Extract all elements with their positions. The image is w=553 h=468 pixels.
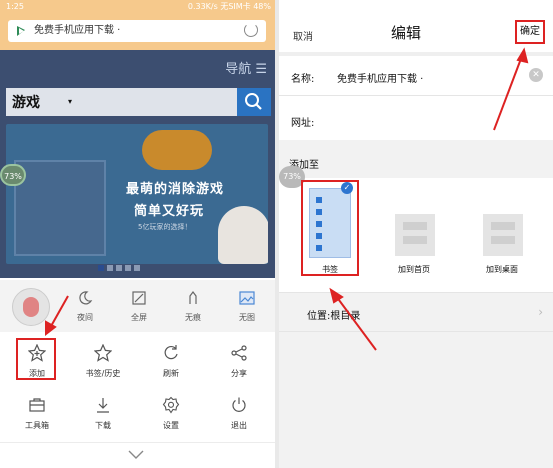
reload-icon[interactable]: [244, 23, 258, 37]
moon-icon: [79, 291, 93, 305]
nav-link[interactable]: 导航 ☰: [225, 58, 267, 77]
status-bar: 1:25 0.33K/s 无SIM卡 48%: [0, 0, 275, 14]
indicator-dot: [125, 265, 131, 271]
night-mode-label: 夜间: [77, 313, 93, 322]
search-button[interactable]: [237, 88, 271, 116]
search-icon: [245, 93, 262, 110]
settings-label: 设置: [163, 421, 179, 430]
thumbnail-line: [491, 236, 515, 244]
fullscreen-button[interactable]: 全屏: [112, 290, 166, 326]
option-home-label: 加到首页: [398, 265, 430, 274]
add-to-section: 添加至: [279, 140, 553, 178]
site-search: 游戏 ▾: [6, 88, 271, 116]
thumbnail-line: [403, 236, 427, 244]
site-nav: 导航 ☰: [0, 56, 275, 78]
avatar[interactable]: [12, 288, 50, 326]
thumbnail-line: [403, 222, 427, 230]
status-indicators: 0.33K/s 无SIM卡 48%: [187, 2, 271, 11]
name-field[interactable]: 名称: 免费手机应用下载 · ✕: [279, 56, 553, 96]
incognito-label: 无痕: [185, 313, 201, 322]
share-icon: [230, 344, 248, 362]
no-image-icon: [239, 291, 255, 305]
confirm-button[interactable]: 确定: [515, 20, 545, 44]
location-row[interactable]: 位置:根目录 ›: [279, 292, 553, 332]
toolbox-icon: [29, 398, 45, 412]
empty-area: [279, 332, 553, 468]
settings-button[interactable]: 设置: [138, 396, 204, 448]
night-mode-button[interactable]: 夜间: [58, 290, 112, 326]
refresh-icon: [162, 344, 180, 362]
edit-header: 取消 编辑 确定: [279, 0, 553, 52]
banner-line2: 简单又好玩: [134, 204, 205, 219]
banner-game-grid: [14, 160, 106, 256]
toolbox-button[interactable]: 工具箱: [4, 396, 70, 448]
edit-bookmark-panel: 取消 编辑 确定 名称: 免费手机应用下载 · ✕ 网址: 添加至 73% 书签…: [279, 0, 553, 468]
chevron-right-icon: ›: [538, 305, 543, 319]
indicator-dot: [134, 265, 140, 271]
chevron-down-icon: ▾: [68, 97, 73, 106]
url-field[interactable]: 网址:: [279, 100, 553, 140]
refresh-button[interactable]: 刷新: [138, 344, 204, 396]
download-label: 下载: [95, 421, 111, 430]
refresh-label: 刷新: [163, 369, 179, 378]
option-desktop-label: 加到桌面: [486, 265, 518, 274]
star-icon: [94, 344, 112, 362]
cancel-button[interactable]: 取消: [293, 28, 313, 43]
name-input[interactable]: 免费手机应用下载 ·: [337, 70, 423, 85]
category-select[interactable]: 游戏: [12, 92, 40, 112]
browser-panel: 1:25 0.33K/s 无SIM卡 48% 免费手机应用下载 · 导航 ☰ 游…: [0, 0, 275, 468]
banner-line1: 最萌的消除游戏: [126, 182, 225, 197]
download-button[interactable]: 下载: [70, 396, 136, 448]
url-text: 免费手机应用下载 ·: [34, 25, 121, 36]
desktop-thumbnail-icon: [483, 214, 523, 256]
banner-logo: [142, 130, 212, 170]
download-icon: [97, 398, 109, 413]
settings-icon: [162, 396, 180, 414]
clear-icon[interactable]: ✕: [529, 68, 543, 82]
page-title: 编辑: [391, 24, 422, 42]
site-logo-icon: [17, 26, 25, 36]
no-image-button[interactable]: 无图: [220, 290, 274, 326]
share-button[interactable]: 分享: [206, 344, 272, 396]
indicator-dot: [107, 265, 113, 271]
highlight-box-bookmark: [301, 180, 359, 276]
chevron-down-icon[interactable]: [128, 450, 144, 460]
bookmarks-history-button[interactable]: 书签/历史: [70, 344, 136, 396]
carousel-indicator: [98, 256, 158, 271]
exit-label: 退出: [231, 421, 247, 430]
indicator-dot: [98, 265, 104, 271]
progress-badge: 73%: [0, 164, 26, 186]
power-icon: [232, 397, 246, 412]
banner-panda: [218, 206, 268, 264]
toolbox-label: 工具箱: [25, 421, 49, 430]
url-label: 网址:: [291, 118, 315, 129]
banner-small: 5亿玩家的选择！: [138, 223, 192, 231]
bookmarks-history-label: 书签/历史: [85, 369, 121, 378]
indicator-dot: [116, 265, 122, 271]
fullscreen-label: 全屏: [131, 313, 147, 322]
status-time: 1:25: [6, 2, 24, 11]
incognito-icon: [189, 291, 197, 304]
name-label: 名称:: [291, 74, 315, 85]
exit-button[interactable]: 退出: [206, 396, 272, 448]
no-image-label: 无图: [239, 313, 255, 322]
fullscreen-icon: [132, 291, 146, 305]
game-banner[interactable]: 最萌的消除游戏 简单又好玩 5亿玩家的选择！: [6, 124, 268, 264]
highlight-box-add: [16, 338, 56, 380]
home-thumbnail-icon: [395, 214, 435, 256]
location-label: 位置:根目录: [307, 311, 361, 322]
incognito-button[interactable]: 无痕: [166, 290, 220, 326]
url-bar[interactable]: 免费手机应用下载 ·: [8, 20, 266, 42]
share-label: 分享: [231, 369, 247, 378]
thumbnail-line: [491, 222, 515, 230]
